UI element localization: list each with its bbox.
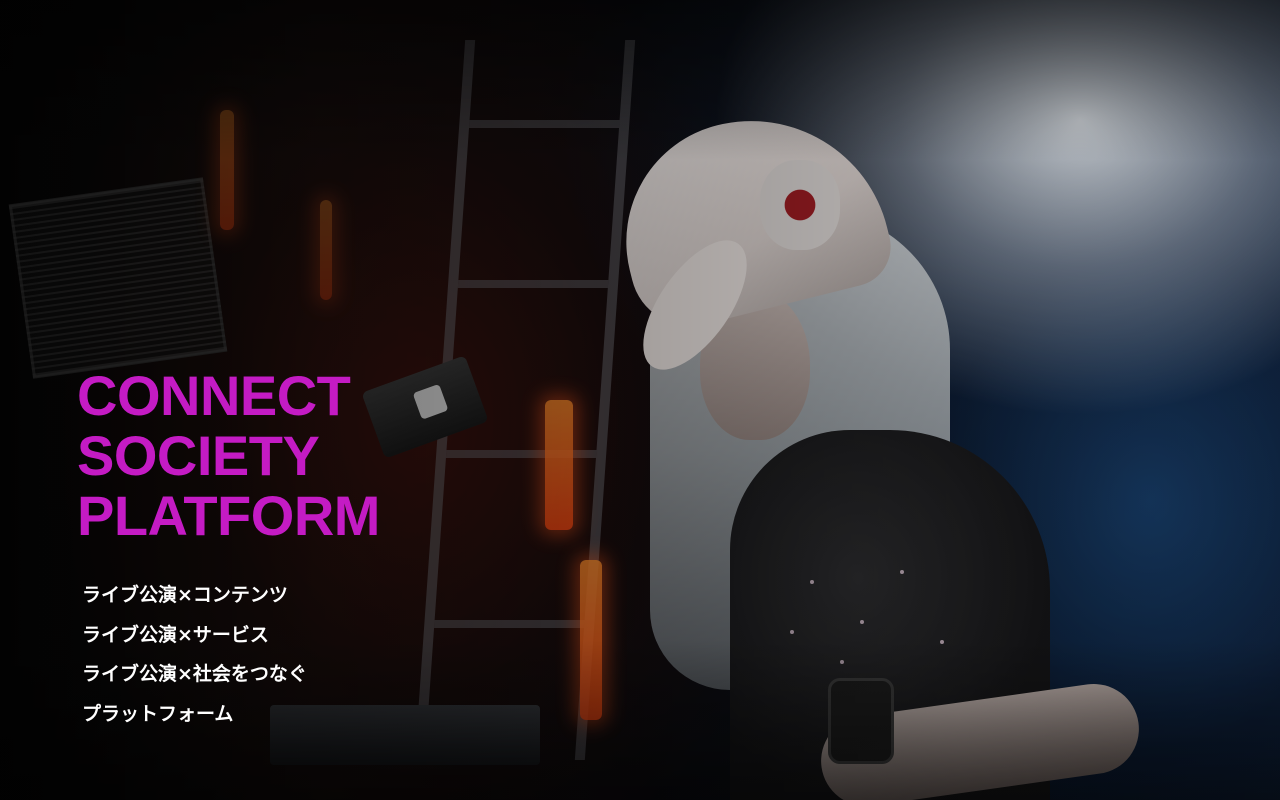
hero-headline: CONNECT SOCIETY PLATFORM [77,366,380,546]
headline-line: PLATFORM [77,484,380,547]
headline-line: CONNECT [77,364,351,427]
headline-line: SOCIETY [77,424,320,487]
hero-tagline: ライブ公演×コンテンツ ライブ公演×サービス ライブ公演×社会をつなぐ プラット… [82,576,307,734]
hero-section: CONNECT SOCIETY PLATFORM ライブ公演×コンテンツ ライブ… [0,0,1280,800]
tagline-line: ライブ公演×社会をつなぐ [82,663,307,685]
tagline-line: ライブ公演×サービス [82,623,269,646]
tagline-line: プラットフォーム [82,702,234,725]
tagline-line: ライブ公演×コンテンツ [82,584,288,606]
